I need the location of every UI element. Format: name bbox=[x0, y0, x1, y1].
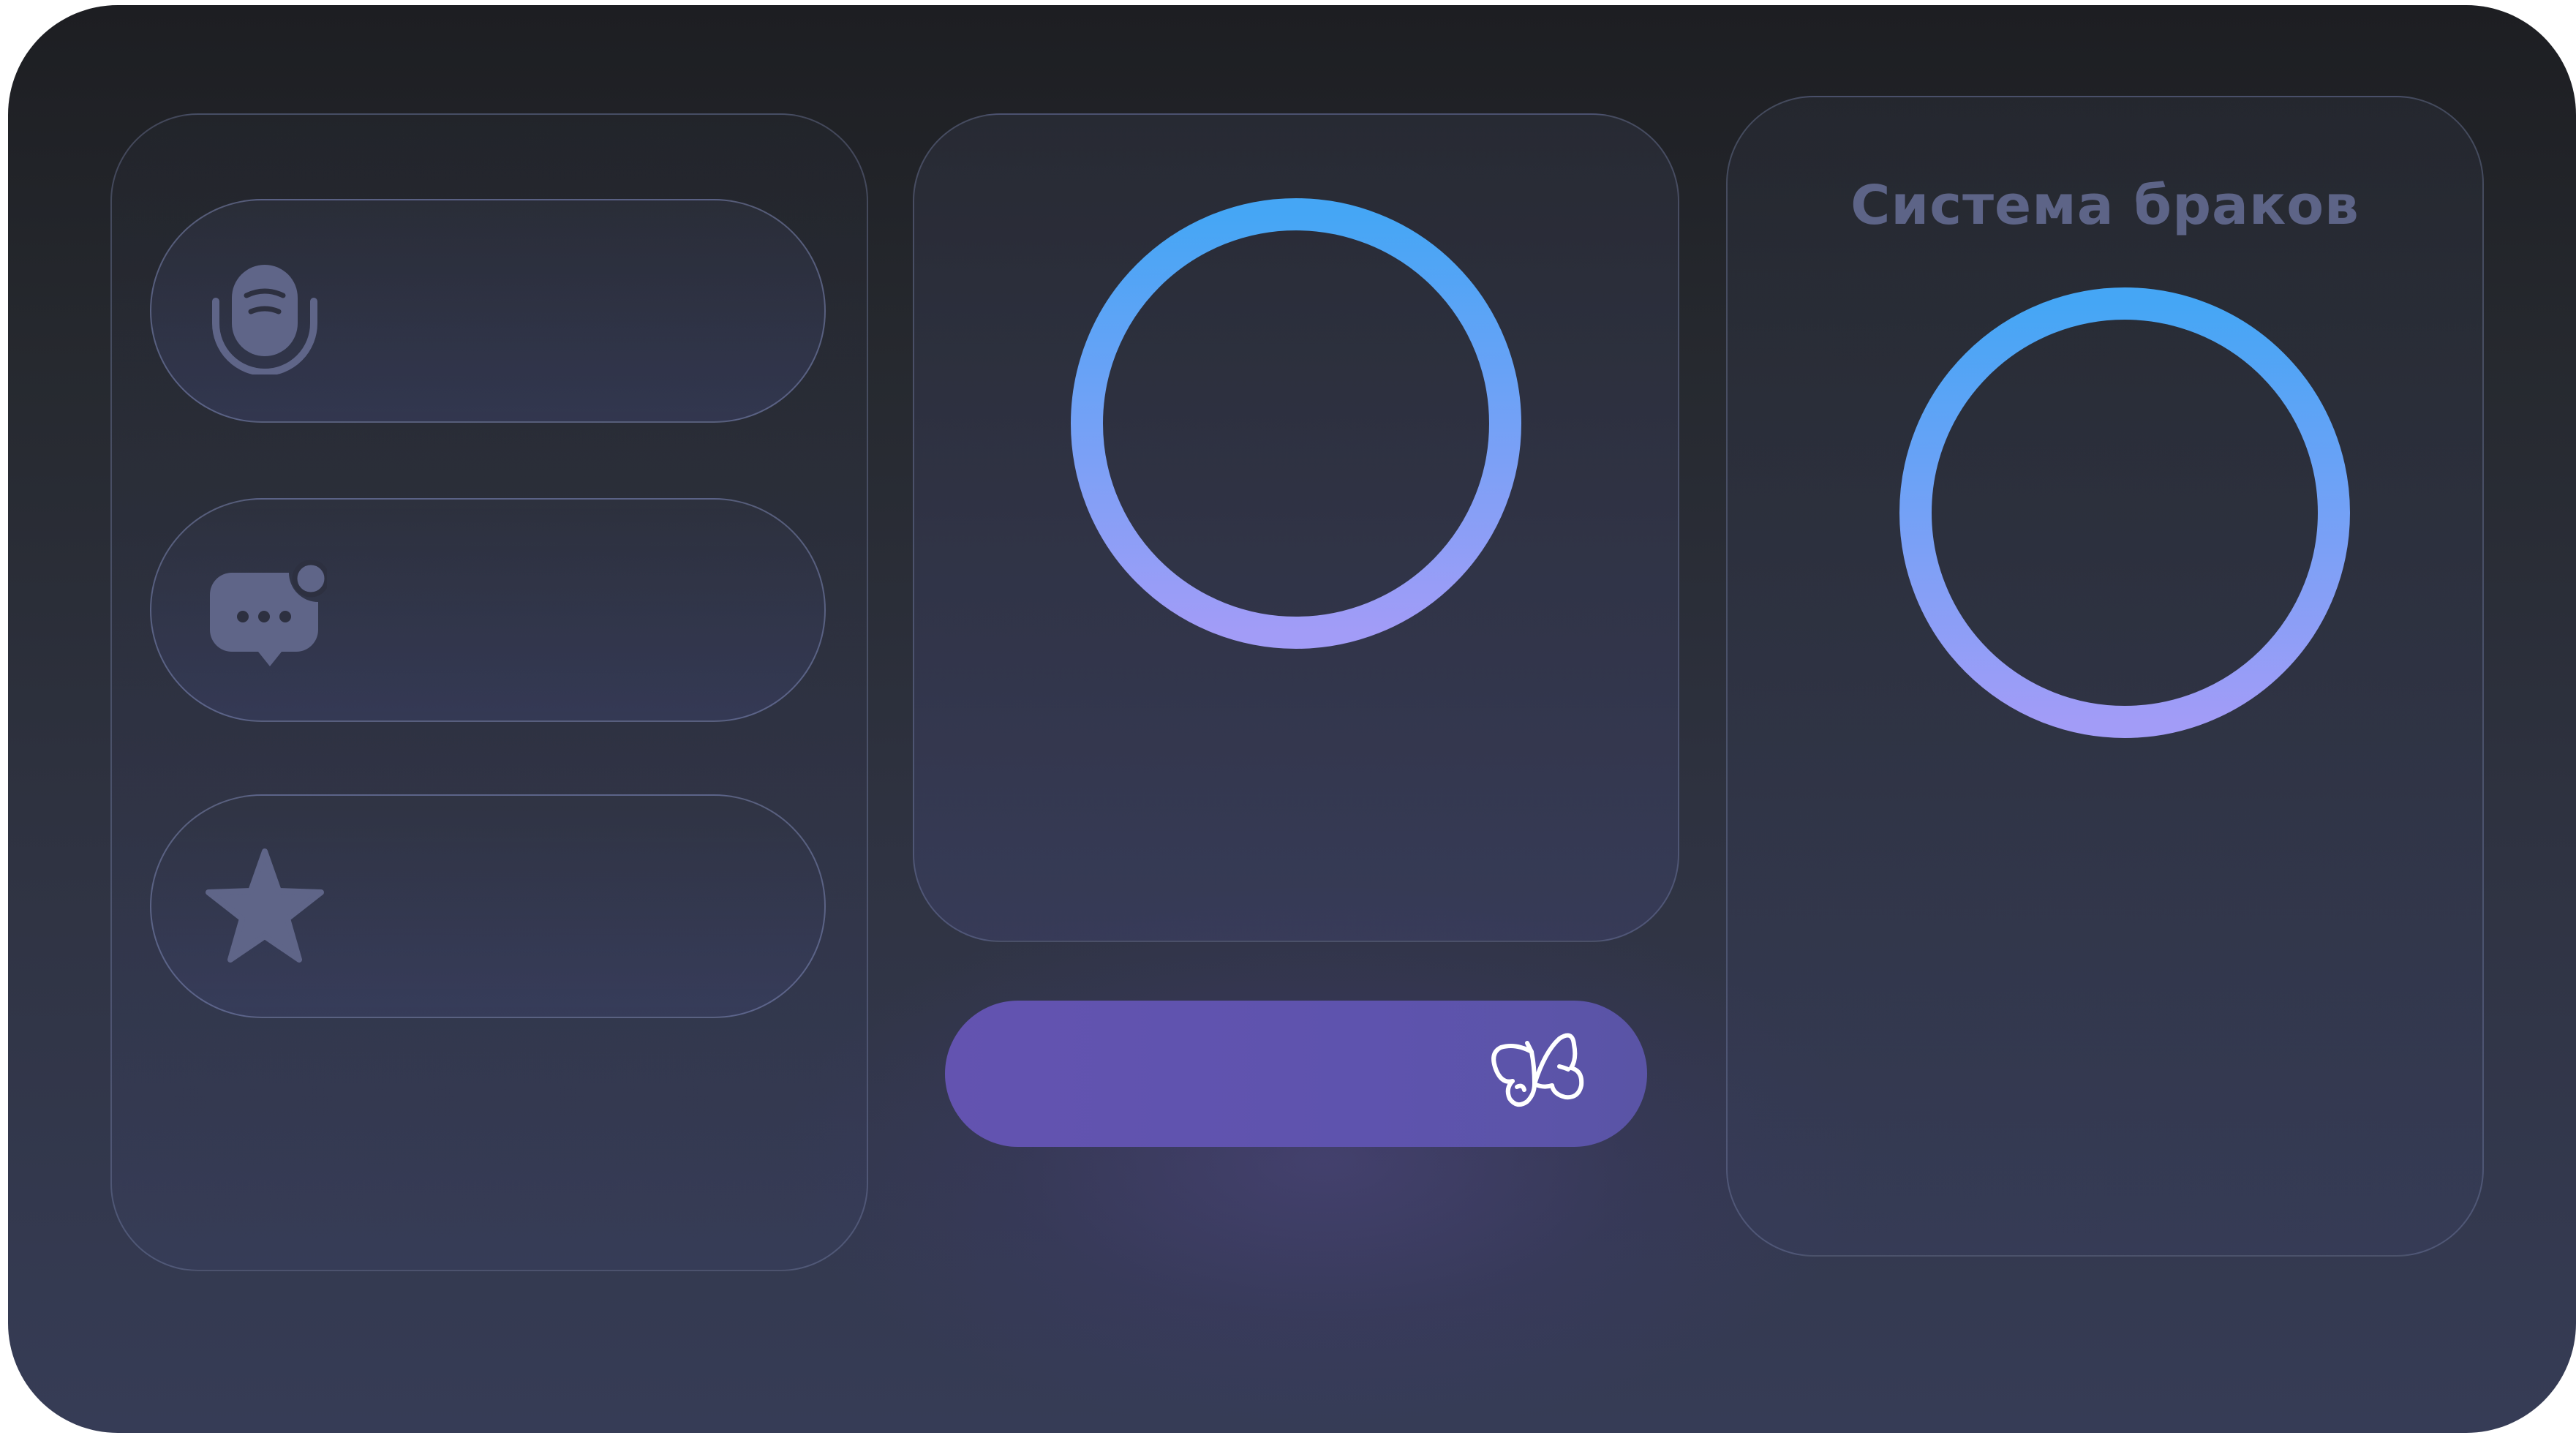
panel-title: Система браков bbox=[1850, 174, 2360, 237]
chat-pill-button[interactable] bbox=[150, 498, 826, 722]
right-panel: Система браков bbox=[1726, 96, 2484, 1257]
app-window: Система браков bbox=[8, 5, 2576, 1433]
ring-progress-indicator bbox=[1898, 286, 2351, 739]
ring-progress-indicator bbox=[1069, 197, 1523, 650]
chat-bubble-notification-icon bbox=[203, 549, 330, 674]
background-glow bbox=[776, 883, 1873, 1433]
action-bar-button[interactable] bbox=[945, 1001, 1647, 1147]
middle-panel bbox=[913, 113, 1679, 942]
microphone-icon bbox=[203, 250, 327, 376]
star-icon bbox=[203, 846, 327, 970]
left-panel bbox=[110, 113, 868, 1271]
favorites-pill-button[interactable] bbox=[150, 794, 826, 1018]
voice-pill-button[interactable] bbox=[150, 199, 826, 423]
butterfly-icon bbox=[1486, 1023, 1589, 1125]
